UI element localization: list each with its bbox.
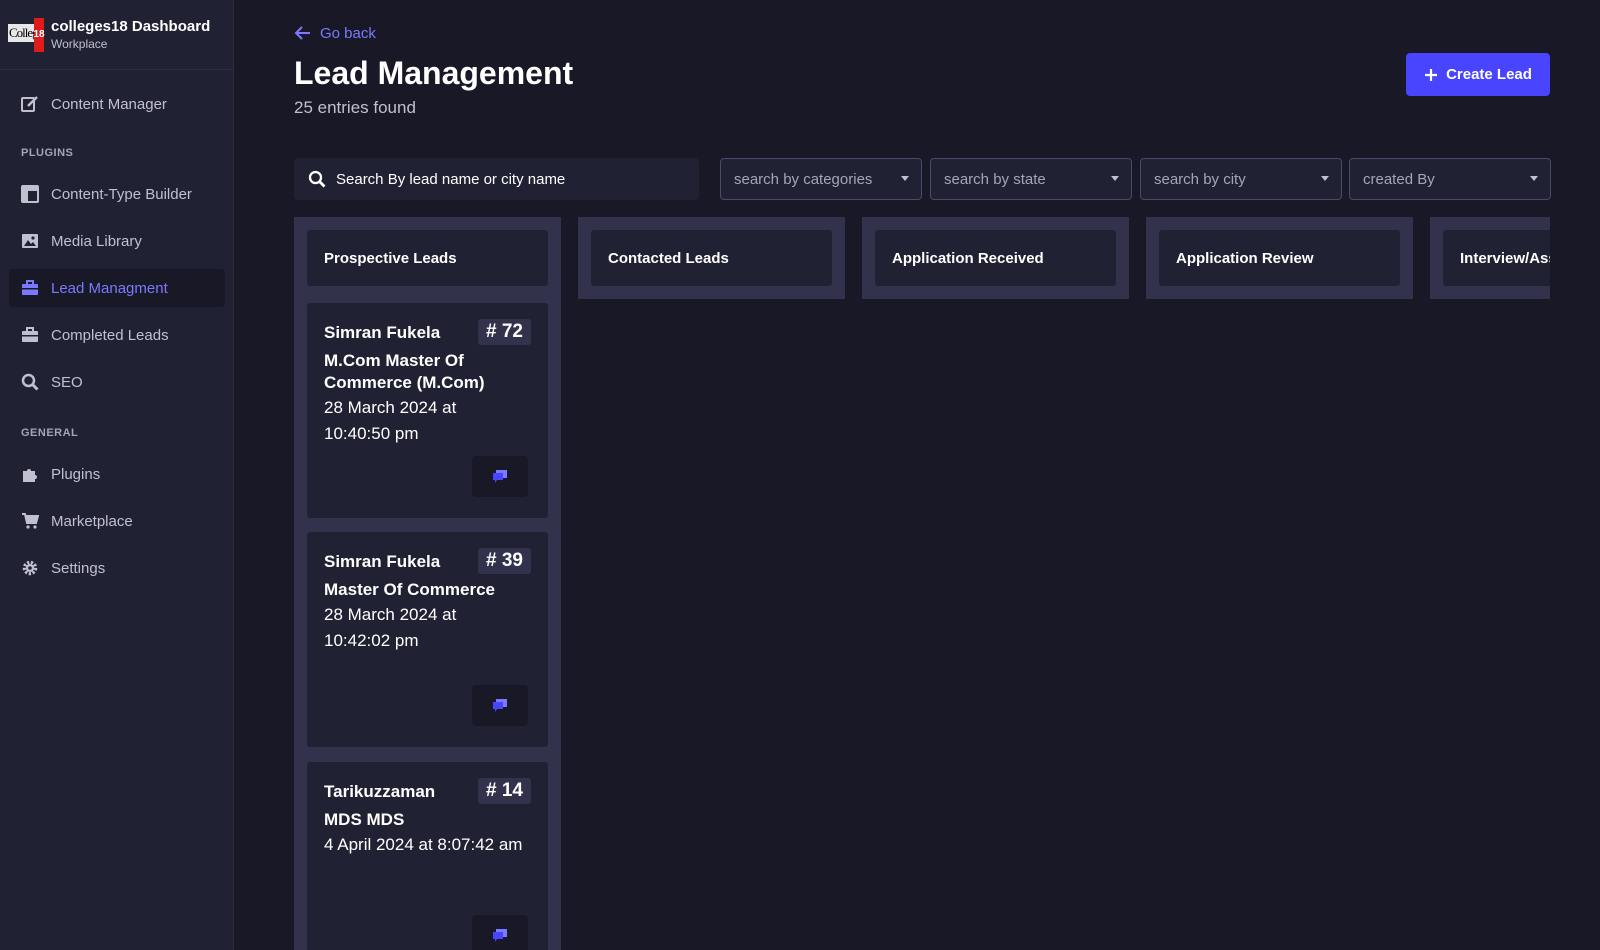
- lead-card[interactable]: Tarikuzzaman # 14 MDS MDS 4 April 2024 a…: [307, 762, 548, 950]
- sidebar-item-content-type-builder[interactable]: Content-Type Builder: [9, 175, 225, 213]
- column-header: Prospective Leads: [307, 230, 548, 286]
- go-back-label: Go back: [320, 24, 376, 42]
- search-icon: [308, 170, 326, 188]
- search-icon: [21, 373, 39, 391]
- column-application-review: Application Review: [1146, 217, 1413, 299]
- sidebar-item-lead-managment[interactable]: Lead Managment: [9, 269, 225, 307]
- caret-down-icon: [1111, 176, 1119, 181]
- search-placeholder: Search By lead name or city name: [336, 170, 566, 188]
- created-by-select[interactable]: created By: [1349, 158, 1551, 200]
- lead-date: 4 April 2024 at 8:07:42 am: [324, 835, 523, 854]
- layout-icon: [21, 185, 39, 203]
- sidebar-item-label: Plugins: [51, 465, 101, 483]
- column-contacted-leads: Contacted Leads: [578, 217, 845, 299]
- sidebar-item-label: Content Manager: [51, 95, 167, 113]
- sidebar-item-settings[interactable]: Settings: [9, 549, 225, 587]
- image-icon: [22, 234, 38, 248]
- column-prospective-leads: Prospective Leads Simran Fukela # 72 M.C…: [294, 217, 561, 950]
- caret-down-icon: [901, 176, 909, 181]
- go-back-link[interactable]: Go back: [294, 24, 376, 42]
- logo-number: 18: [33, 17, 45, 52]
- city-select[interactable]: search by city: [1140, 158, 1342, 200]
- search-input[interactable]: Search By lead name or city name: [294, 158, 699, 200]
- sidebar-item-marketplace[interactable]: Marketplace: [9, 502, 225, 540]
- created-by-select-value: created By: [1363, 170, 1435, 188]
- section-label-general: GENERAL: [21, 427, 79, 439]
- arrow-left-icon: [294, 26, 310, 40]
- app-title: colleges18 Dashboard: [51, 17, 211, 35]
- sidebar-item-media-library[interactable]: Media Library: [9, 222, 225, 260]
- sidebar-item-content-manager[interactable]: Content Manager: [9, 85, 225, 123]
- lead-card[interactable]: Simran Fukela # 72 M.Com Master Of Comme…: [307, 303, 548, 518]
- category-select-value: search by categories: [734, 170, 873, 188]
- lead-name: Simran Fukela: [324, 323, 441, 342]
- gear-icon: [22, 560, 38, 576]
- lead-course: MDS MDS: [324, 810, 405, 829]
- plus-icon: [1425, 68, 1438, 81]
- create-lead-button[interactable]: Create Lead: [1406, 53, 1550, 96]
- sidebar-item-label: Media Library: [51, 232, 142, 250]
- chat-icon: [493, 928, 507, 942]
- lead-name: Tarikuzzaman: [324, 782, 436, 801]
- lead-id-badge: # 39: [478, 548, 531, 574]
- chat-icon: [493, 469, 507, 483]
- column-header: Interview/Assessment: [1443, 230, 1550, 286]
- comment-button[interactable]: [472, 456, 528, 497]
- lead-id-badge: # 72: [478, 319, 531, 345]
- state-select[interactable]: search by state: [930, 158, 1132, 200]
- app-subtitle: Workplace: [51, 36, 108, 51]
- logo: College 18: [8, 17, 45, 52]
- lead-course: Master Of Commerce: [324, 580, 496, 599]
- comment-button[interactable]: [472, 685, 528, 726]
- puzzle-icon: [23, 469, 37, 482]
- sidebar-item-seo[interactable]: SEO: [9, 363, 225, 401]
- lead-name: Simran Fukela: [324, 552, 441, 571]
- comment-button[interactable]: [472, 915, 528, 950]
- briefcase-icon: [22, 327, 38, 342]
- lead-id-badge: # 14: [478, 778, 531, 804]
- brand: College 18 colleges18 Dashboard Workplac…: [0, 0, 233, 70]
- briefcase-icon: [22, 280, 38, 295]
- column-header: Application Received: [875, 230, 1116, 286]
- category-select[interactable]: search by categories: [720, 158, 922, 200]
- sidebar-item-plugins[interactable]: Plugins: [9, 455, 225, 493]
- column-header: Application Review: [1159, 230, 1400, 286]
- section-label-plugins: PLUGINS: [21, 147, 74, 159]
- edit-icon: [21, 96, 38, 112]
- cart-icon: [22, 513, 39, 529]
- caret-down-icon: [1530, 176, 1538, 181]
- lead-course: M.Com Master Of Commerce (M.Com): [324, 351, 485, 392]
- lead-card[interactable]: Simran Fukela # 39 Master Of Commerce 28…: [307, 532, 548, 747]
- sidebar-item-label: Settings: [51, 559, 106, 577]
- sidebar-item-label: Marketplace: [51, 512, 133, 530]
- sidebar-item-label: SEO: [51, 373, 83, 391]
- chat-icon: [493, 698, 507, 712]
- create-lead-label: Create Lead: [1446, 66, 1532, 83]
- sidebar-item-label: Completed Leads: [51, 326, 169, 344]
- column-application-received: Application Received: [862, 217, 1129, 299]
- column-interview-assessment: Interview/Assessment: [1430, 217, 1550, 299]
- column-header: Contacted Leads: [591, 230, 832, 286]
- state-select-value: search by state: [944, 170, 1046, 188]
- kanban-board: Prospective Leads Simran Fukela # 72 M.C…: [294, 217, 1550, 950]
- lead-date: 28 March 2024 at 10:40:50 pm: [324, 398, 457, 443]
- sidebar-item-label: Lead Managment: [51, 279, 168, 297]
- city-select-value: search by city: [1154, 170, 1246, 188]
- caret-down-icon: [1321, 176, 1329, 181]
- lead-date: 28 March 2024 at 10:42:02 pm: [324, 605, 457, 650]
- sidebar-item-completed-leads[interactable]: Completed Leads: [9, 316, 225, 354]
- sidebar: College 18 colleges18 Dashboard Workplac…: [0, 0, 234, 950]
- entries-count: 25 entries found: [294, 98, 416, 117]
- sidebar-item-label: Content-Type Builder: [51, 185, 192, 203]
- page-title: Lead Management: [294, 55, 574, 91]
